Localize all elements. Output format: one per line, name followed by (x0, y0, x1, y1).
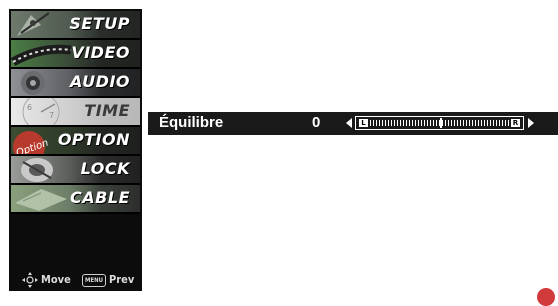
osd-menu: SETUP VIDEO AUDIO 6 7 TIME Option OPTION (9, 9, 142, 291)
prev-hint: Prev (109, 273, 135, 286)
balance-label: Équilibre (159, 114, 224, 131)
svg-text:7: 7 (49, 111, 54, 120)
slider-center-marker (440, 118, 442, 128)
left-channel-tag: L (359, 119, 368, 127)
menu-footer: Move MENU Prev (9, 271, 142, 289)
menu-item-label: OPTION (57, 130, 130, 149)
menu-item-audio[interactable]: AUDIO (11, 69, 140, 98)
balance-setting-row[interactable]: Équilibre 0 L R (148, 112, 558, 135)
lock-icon (21, 158, 53, 182)
menu-item-label: VIDEO (71, 43, 130, 62)
corner-indicator (537, 288, 555, 306)
menu-item-video[interactable]: VIDEO (11, 40, 140, 69)
navigation-pad-icon (22, 272, 38, 288)
menu-item-label: SETUP (69, 14, 130, 33)
right-arrow-icon[interactable] (528, 118, 534, 128)
left-arrow-icon[interactable] (346, 118, 352, 128)
svg-text:6: 6 (27, 103, 32, 112)
right-channel-tag: R (511, 119, 520, 127)
menu-item-cable[interactable]: CABLE (11, 185, 140, 214)
menu-item-label: AUDIO (70, 72, 130, 91)
menu-item-label: TIME (84, 101, 130, 120)
menu-item-lock[interactable]: LOCK (11, 156, 140, 185)
menu-item-label: CABLE (70, 188, 130, 207)
menu-item-option[interactable]: Option OPTION (11, 127, 140, 156)
balance-value: 0 (312, 114, 321, 131)
menu-item-setup[interactable]: SETUP (11, 11, 140, 40)
clock-icon: 6 7 (22, 98, 60, 125)
balance-slider[interactable]: L R (355, 116, 524, 130)
menu-key-icon: MENU (82, 274, 106, 287)
menu-item-label: LOCK (80, 159, 130, 178)
menu-item-time[interactable]: 6 7 TIME (11, 98, 140, 127)
move-hint: Move (41, 273, 71, 286)
